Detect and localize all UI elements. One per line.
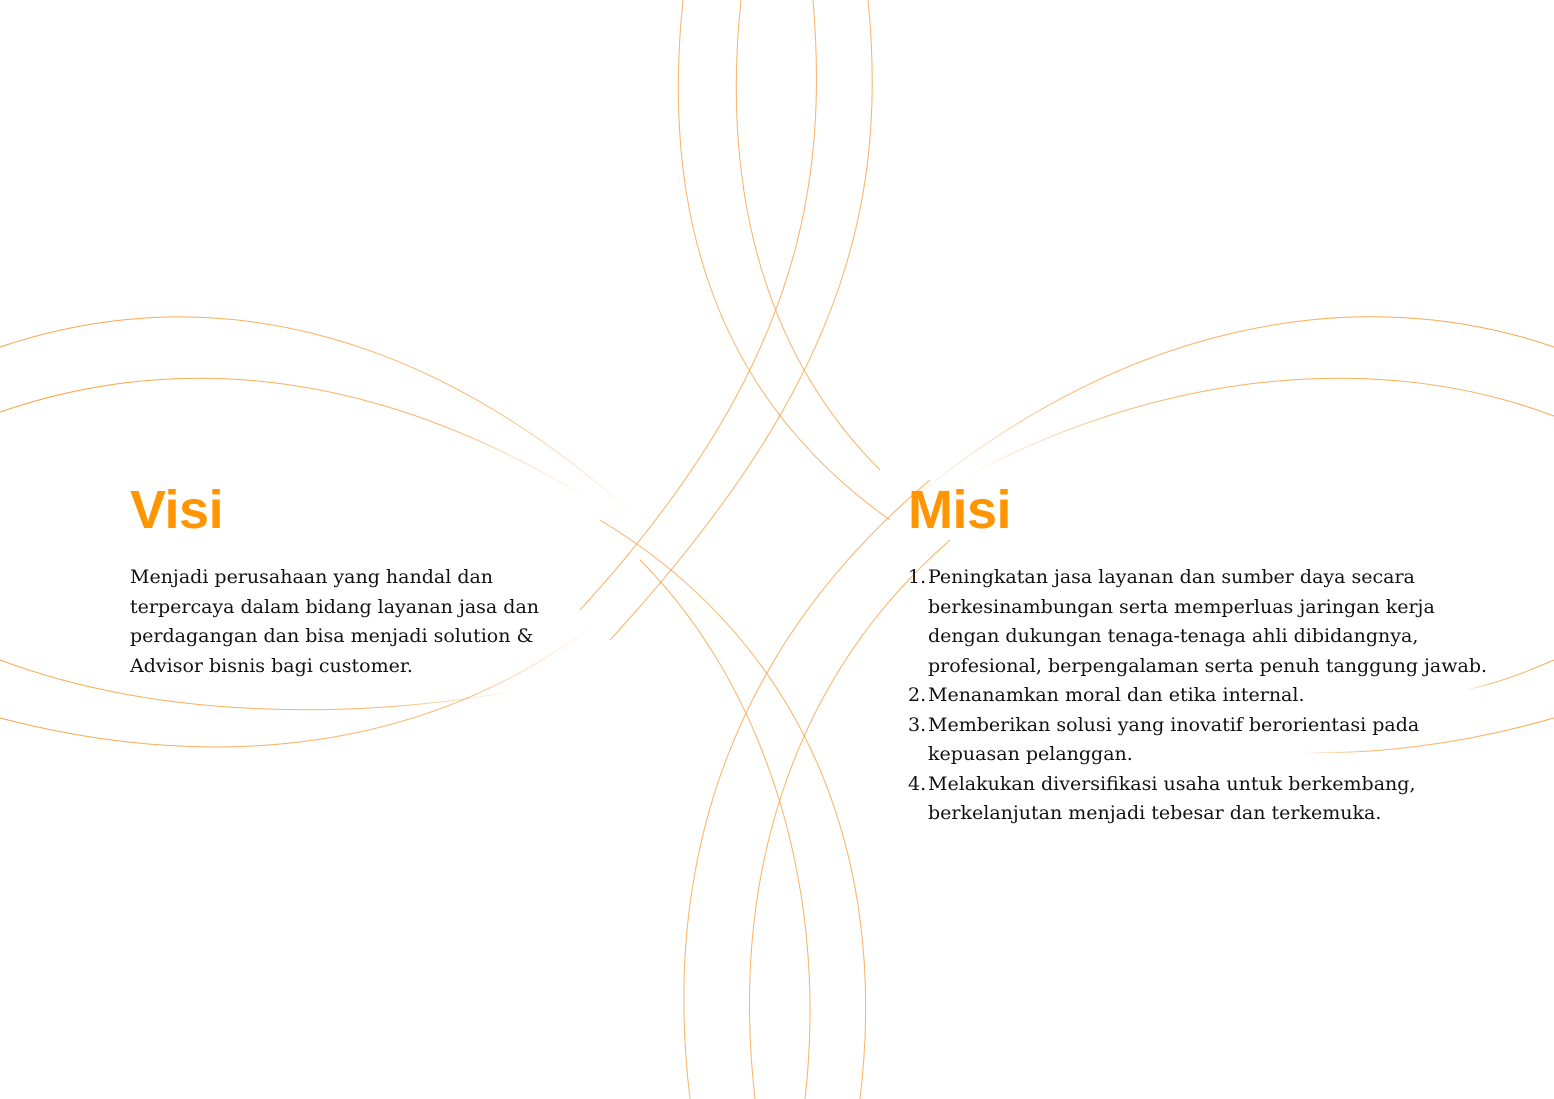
arc-right-2	[959, 377, 1554, 481]
page: Visi Menjadi perusahaan yang handal dan …	[0, 0, 1554, 1099]
arc-bottom-2	[639, 559, 811, 1099]
misi-item-number: 3.	[908, 713, 927, 736]
visi-heading: Visi	[130, 480, 224, 540]
misi-heading: Misi	[908, 480, 1012, 540]
arc-left-2	[0, 377, 591, 501]
decorative-arcs	[0, 0, 1554, 1099]
arc-left-1	[0, 316, 641, 521]
misi-item-text: Menanamkan moral dan etika internal.	[928, 684, 1305, 706]
misi-item-4: 4. Melakukan diversifikasi usaha untuk b…	[908, 770, 1508, 829]
misi-list: 1. Peningkatan jasa layanan dan sumber d…	[908, 563, 1508, 829]
misi-item-text: Melakukan diversifikasi usaha untuk berk…	[928, 772, 1416, 825]
misi-item-2: 2. Menanamkan moral dan etika internal.	[908, 681, 1508, 711]
misi-item-text: Peningkatan jasa layanan dan sumber daya…	[928, 566, 1488, 677]
misi-item-number: 2.	[908, 684, 927, 706]
arc-top-3	[609, 0, 873, 641]
misi-item-1: 1. Peningkatan jasa layanan dan sumber d…	[908, 563, 1508, 681]
misi-item-3: 3. Memberikan solusi yang inovatif beror…	[908, 711, 1508, 770]
visi-body: Menjadi perusahaan yang handal dan terpe…	[130, 566, 540, 677]
misi-item-text: Memberikan solusi yang inovatif berorien…	[928, 713, 1420, 766]
arc-bottom-3	[683, 479, 931, 1099]
arc-top-4	[579, 0, 817, 611]
misi-item-number: 4.	[908, 772, 927, 795]
misi-item-number: 1.	[908, 566, 927, 588]
arc-top-2	[735, 0, 881, 471]
